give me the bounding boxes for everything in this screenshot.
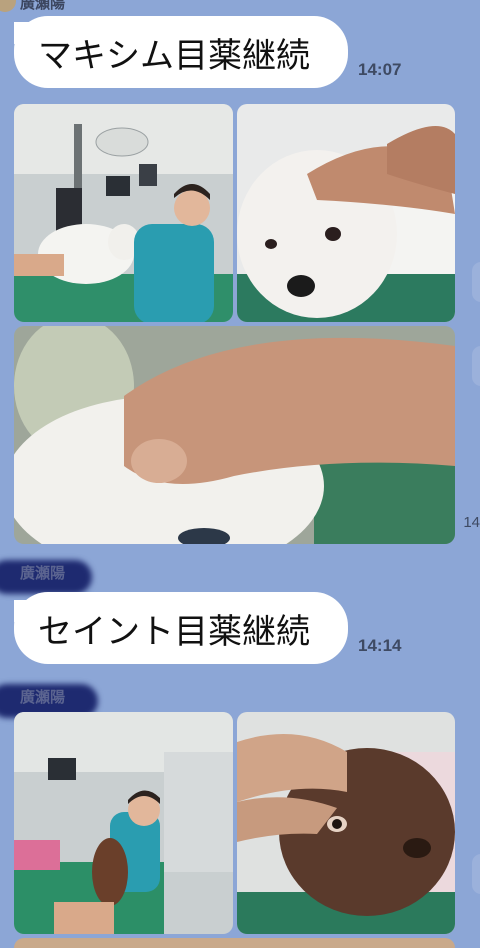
photo-image (14, 104, 233, 322)
message-time: 14:14 (358, 636, 402, 655)
photo-partial[interactable] (14, 938, 455, 948)
scroll-indicator (472, 854, 480, 894)
message-bubble[interactable]: セイント目薬継続 (14, 592, 348, 664)
sender-name: 廣瀬陽 (20, 0, 66, 12)
photo-image (14, 326, 455, 544)
partial-time: 14 (463, 514, 480, 531)
sender-name: 廣瀬陽 (20, 564, 66, 582)
photo-white-dog-eyelid-closeup[interactable] (14, 326, 455, 544)
photo-vet-exam-white-dog[interactable] (14, 104, 233, 322)
photo-image (14, 712, 233, 934)
photo-vet-exam-brown-dog[interactable] (14, 712, 233, 934)
avatar[interactable] (0, 0, 16, 12)
photo-white-dog-eye-closeup[interactable] (237, 104, 455, 322)
message-text: マキシム目薬継続 (38, 35, 310, 76)
message-text: セイント目薬継続 (38, 611, 310, 652)
scroll-indicator (472, 346, 480, 386)
scroll-indicator (472, 262, 480, 302)
sender-name: 廣瀬陽 (20, 688, 66, 706)
message-bubble[interactable]: マキシム目薬継続 (14, 16, 348, 88)
message-time: 14:07 (358, 60, 402, 79)
photo-image (237, 104, 455, 322)
photo-brown-dog-eye-closeup[interactable] (237, 712, 455, 934)
photo-image (237, 712, 455, 934)
